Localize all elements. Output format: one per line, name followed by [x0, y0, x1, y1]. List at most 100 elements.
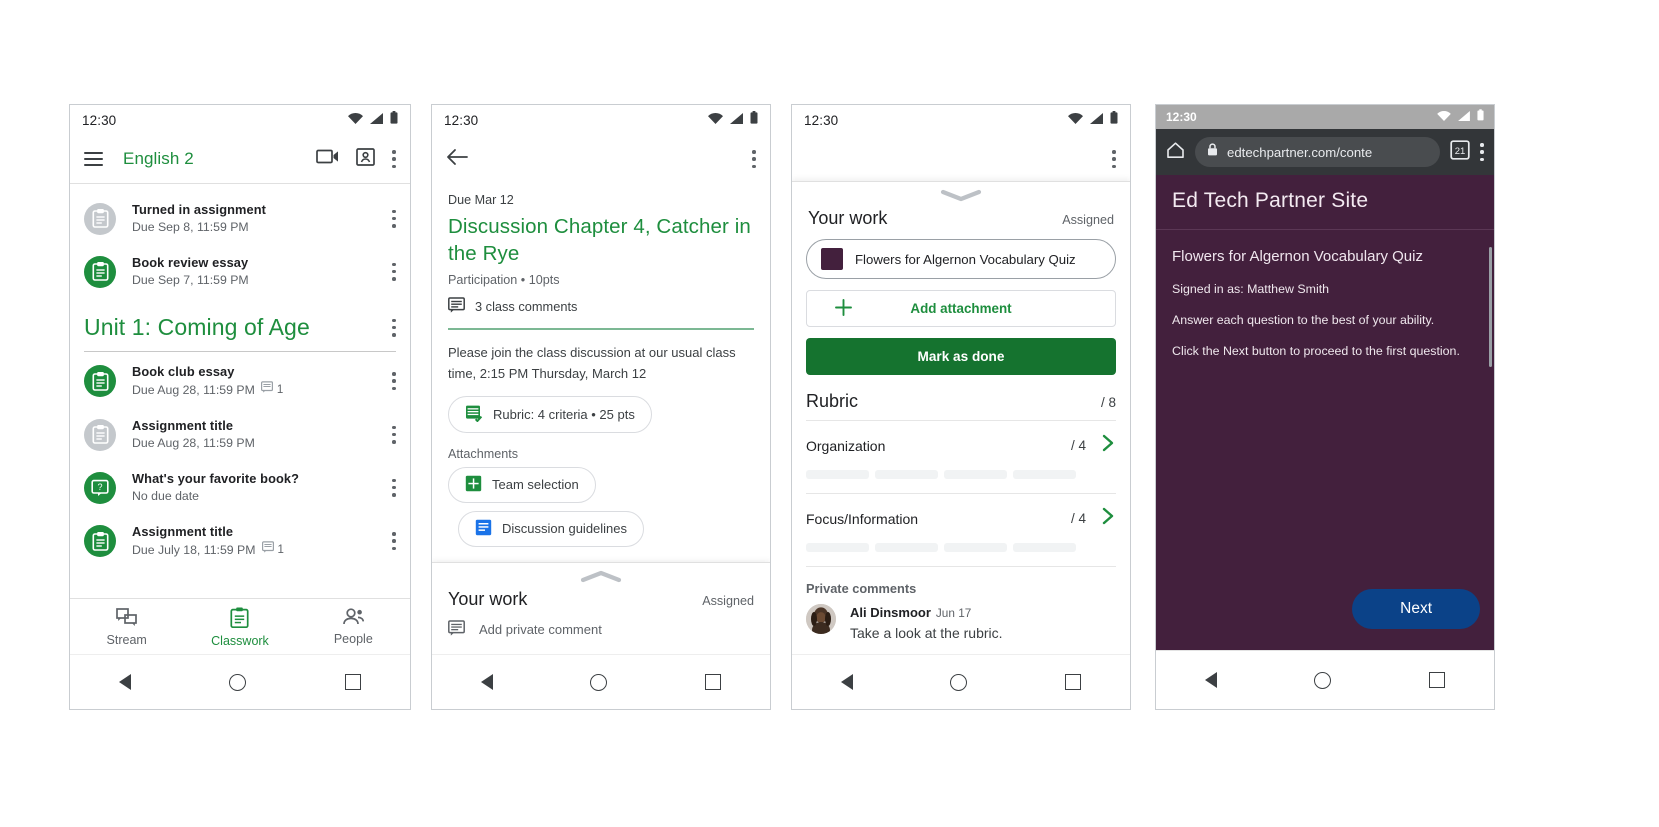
list-item[interactable]: Turned in assignment Due Sep 8, 11:59 PM	[70, 192, 410, 245]
android-home-icon[interactable]	[1314, 671, 1332, 689]
browser-menu-icon[interactable]	[1480, 143, 1484, 161]
list-item-due: Due Aug 28, 11:59 PM	[132, 382, 255, 397]
overflow-menu-icon[interactable]	[392, 150, 396, 168]
chevron-right-icon[interactable]	[1100, 506, 1116, 531]
vertical-scrollbar[interactable]	[1489, 247, 1492, 367]
list-item[interactable]: ? What's your favorite book? No due date	[70, 461, 410, 514]
android-back-icon[interactable]	[119, 674, 132, 690]
add-attachment-button[interactable]: Add attachment	[806, 290, 1116, 327]
item-overflow-icon[interactable]	[392, 478, 396, 497]
battery-icon	[1477, 108, 1484, 126]
item-overflow-icon[interactable]	[392, 372, 396, 390]
assignment-icon	[84, 525, 116, 557]
chevron-right-icon[interactable]	[1100, 433, 1116, 458]
android-home-icon[interactable]	[950, 673, 968, 691]
battery-icon	[750, 111, 758, 129]
list-item-title: Turned in assignment	[132, 202, 267, 217]
android-home-icon[interactable]	[590, 673, 608, 691]
signal-icon	[1090, 111, 1103, 129]
quiz-intro: Flowers for Algernon Vocabulary Quiz Sig…	[1156, 230, 1494, 360]
quiz-instruction-1: Answer each question to the best of your…	[1172, 313, 1435, 327]
signed-in-as: Signed in as: Matthew Smith	[1172, 282, 1330, 296]
video-call-icon[interactable]	[316, 148, 339, 170]
back-arrow-icon[interactable]	[446, 148, 468, 170]
unit-overflow-icon[interactable]	[392, 318, 396, 337]
add-private-comment-label: Add private comment	[479, 622, 602, 637]
android-recents-icon[interactable]	[344, 674, 361, 690]
detail-app-bar	[432, 135, 770, 183]
android-home-icon[interactable]	[229, 673, 247, 691]
tab-count-icon[interactable]: 21	[1450, 139, 1470, 165]
criterion-name: Organization	[806, 437, 886, 454]
address-bar[interactable]: edtechpartner.com/conte	[1195, 137, 1440, 167]
expand-handle[interactable]	[432, 563, 770, 585]
menu-icon[interactable]	[84, 152, 103, 166]
item-overflow-icon[interactable]	[392, 532, 396, 550]
overflow-menu-icon[interactable]	[1112, 150, 1116, 168]
rubric-criterion[interactable]: Organization / 4	[792, 421, 1130, 479]
people-icon	[342, 608, 365, 629]
status-bar: 12:30	[432, 105, 770, 135]
overflow-menu-icon[interactable]	[752, 150, 756, 168]
next-button[interactable]: Next	[1352, 589, 1480, 629]
home-icon[interactable]	[1166, 141, 1185, 164]
list-item[interactable]: Book club essay Due Aug 28, 11:59 PM 1	[70, 354, 410, 408]
your-work-card: Your work Assigned Add private comment	[432, 562, 770, 655]
address-bar-url: edtechpartner.com/conte	[1227, 144, 1373, 160]
android-recents-icon[interactable]	[1065, 674, 1082, 690]
rubric-header: Rubric / 8	[792, 375, 1130, 420]
bottom-nav-people[interactable]: People	[297, 608, 410, 646]
criterion-points: / 4	[1070, 511, 1086, 526]
list-item-title: Book club essay	[132, 364, 235, 379]
android-back-icon[interactable]	[840, 674, 853, 690]
bottom-nav-label: People	[333, 632, 373, 646]
android-recents-icon[interactable]	[705, 674, 722, 690]
attachment-chip-sheets[interactable]: Team selection	[448, 466, 596, 503]
screenshot-stage: 12:30 English 2 Turned in assignment Due…	[0, 0, 1659, 827]
android-nav-bar	[70, 654, 410, 709]
collapse-handle[interactable]	[792, 182, 1130, 204]
list-item-due: Due Sep 8, 11:59 PM	[132, 220, 249, 234]
your-work-title: Your work	[448, 589, 528, 609]
criterion-points: / 4	[1070, 438, 1086, 453]
attachment-chip-docs[interactable]: Discussion guidelines	[458, 510, 645, 547]
wifi-icon	[348, 111, 363, 129]
rubric-chip[interactable]: Rubric: 4 criteria • 25 pts	[448, 395, 652, 433]
quiz-title: Flowers for Algernon Vocabulary Quiz	[1172, 248, 1423, 265]
class-comments-row[interactable]: 3 class comments	[448, 297, 754, 328]
site-title: Ed Tech Partner Site	[1172, 189, 1369, 212]
list-item[interactable]: Assignment title Due July 18, 11:59 PM 1	[70, 514, 410, 568]
item-overflow-icon[interactable]	[392, 425, 396, 444]
android-back-icon[interactable]	[480, 674, 493, 690]
mark-as-done-button[interactable]: Mark as done	[806, 338, 1116, 375]
phone-classwork-list: 12:30 English 2 Turned in assignment Due…	[69, 104, 411, 710]
item-overflow-icon[interactable]	[392, 262, 396, 281]
attachment-row: Discussion guidelines	[432, 503, 770, 547]
bottom-nav-stream[interactable]: Stream	[70, 607, 183, 647]
bottom-nav-classwork[interactable]: Classwork	[183, 607, 296, 648]
comment-count: 1	[261, 541, 284, 559]
add-private-comment[interactable]: Add private comment	[432, 616, 770, 655]
attachment-label: Discussion guidelines	[502, 521, 628, 536]
lock-icon	[1207, 143, 1218, 161]
status-time: 12:30	[82, 112, 117, 128]
quiz-thumbnail-icon	[821, 248, 843, 270]
assignment-due: Due Mar 12	[448, 193, 514, 207]
your-work-title: Your work	[808, 208, 888, 228]
list-item-title: What's your favorite book?	[132, 471, 300, 486]
list-item[interactable]: Book review essay Due Sep 7, 11:59 PM	[70, 245, 410, 298]
rubric-criterion[interactable]: Focus/Information / 4	[792, 494, 1130, 552]
comment-count-value: 1	[277, 543, 284, 556]
quiz-instruction-2: Click the Next button to proceed to the …	[1172, 344, 1460, 358]
comment-count-value: 1	[276, 383, 284, 396]
android-back-icon[interactable]	[1204, 672, 1217, 688]
list-item-due: Due July 18, 11:59 PM	[132, 542, 256, 557]
status-bar: 12:30	[1156, 105, 1494, 129]
list-item-due: Due Aug 28, 11:59 PM	[132, 436, 255, 450]
item-overflow-icon[interactable]	[392, 209, 396, 228]
work-attachment-chip[interactable]: Flowers for Algernon Vocabulary Quiz	[806, 239, 1116, 279]
assignment-title: Discussion Chapter 4, Catcher in the Rye	[448, 215, 751, 265]
class-code-icon[interactable]	[356, 147, 375, 172]
android-recents-icon[interactable]	[1429, 672, 1446, 688]
list-item[interactable]: Assignment title Due Aug 28, 11:59 PM	[70, 408, 410, 461]
